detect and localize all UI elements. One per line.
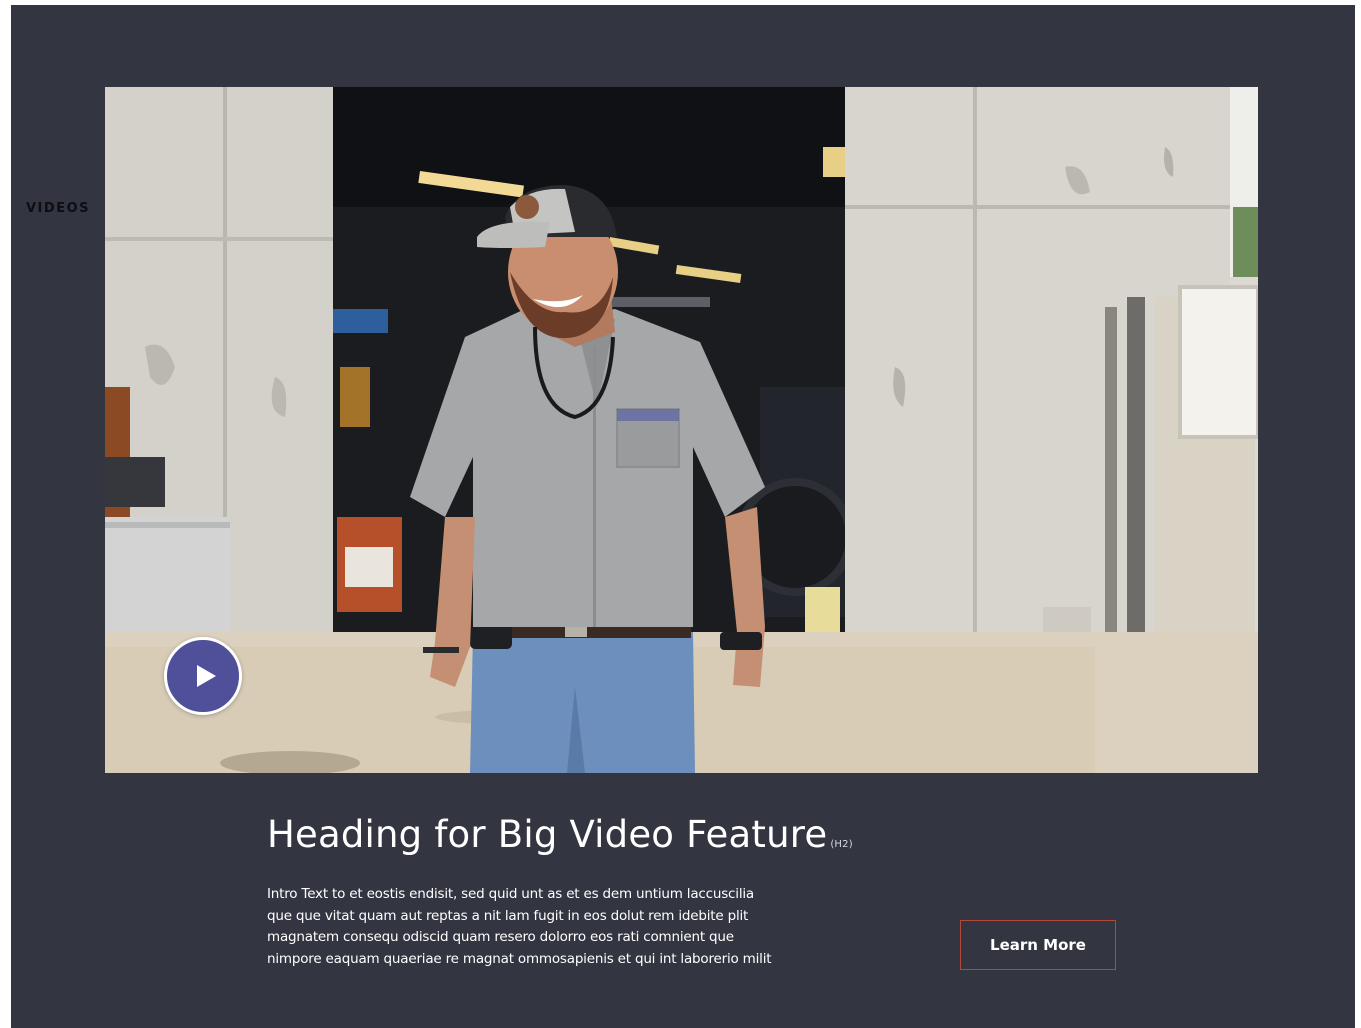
intro-line: magnatem consequ odiscid quam resero dol…: [267, 929, 734, 945]
intro-line: nimpore eaquam quaeriae re magnat ommosa…: [267, 950, 772, 967]
heading-level-tag: (H2): [830, 839, 853, 850]
video-player[interactable]: [105, 87, 1258, 773]
intro-line: Intro Text to et eostis endisit, sed qui…: [267, 886, 755, 902]
video-thumbnail-image: [105, 87, 1258, 773]
video-feature-section: VIDEOS Heading for Big Video Feature (H2…: [11, 5, 1355, 1028]
learn-more-button[interactable]: Learn More: [960, 920, 1116, 970]
intro-text: Intro Text to et eostis endisit, sed qui…: [267, 884, 827, 970]
play-icon: [196, 665, 216, 687]
play-button[interactable]: [164, 637, 242, 715]
intro-line: que que vitat quam aut reptas a nit lam …: [267, 907, 749, 924]
feature-heading-text: Heading for Big Video Feature: [267, 813, 828, 856]
section-label: VIDEOS: [26, 201, 90, 216]
feature-heading: Heading for Big Video Feature (H2): [267, 813, 853, 856]
